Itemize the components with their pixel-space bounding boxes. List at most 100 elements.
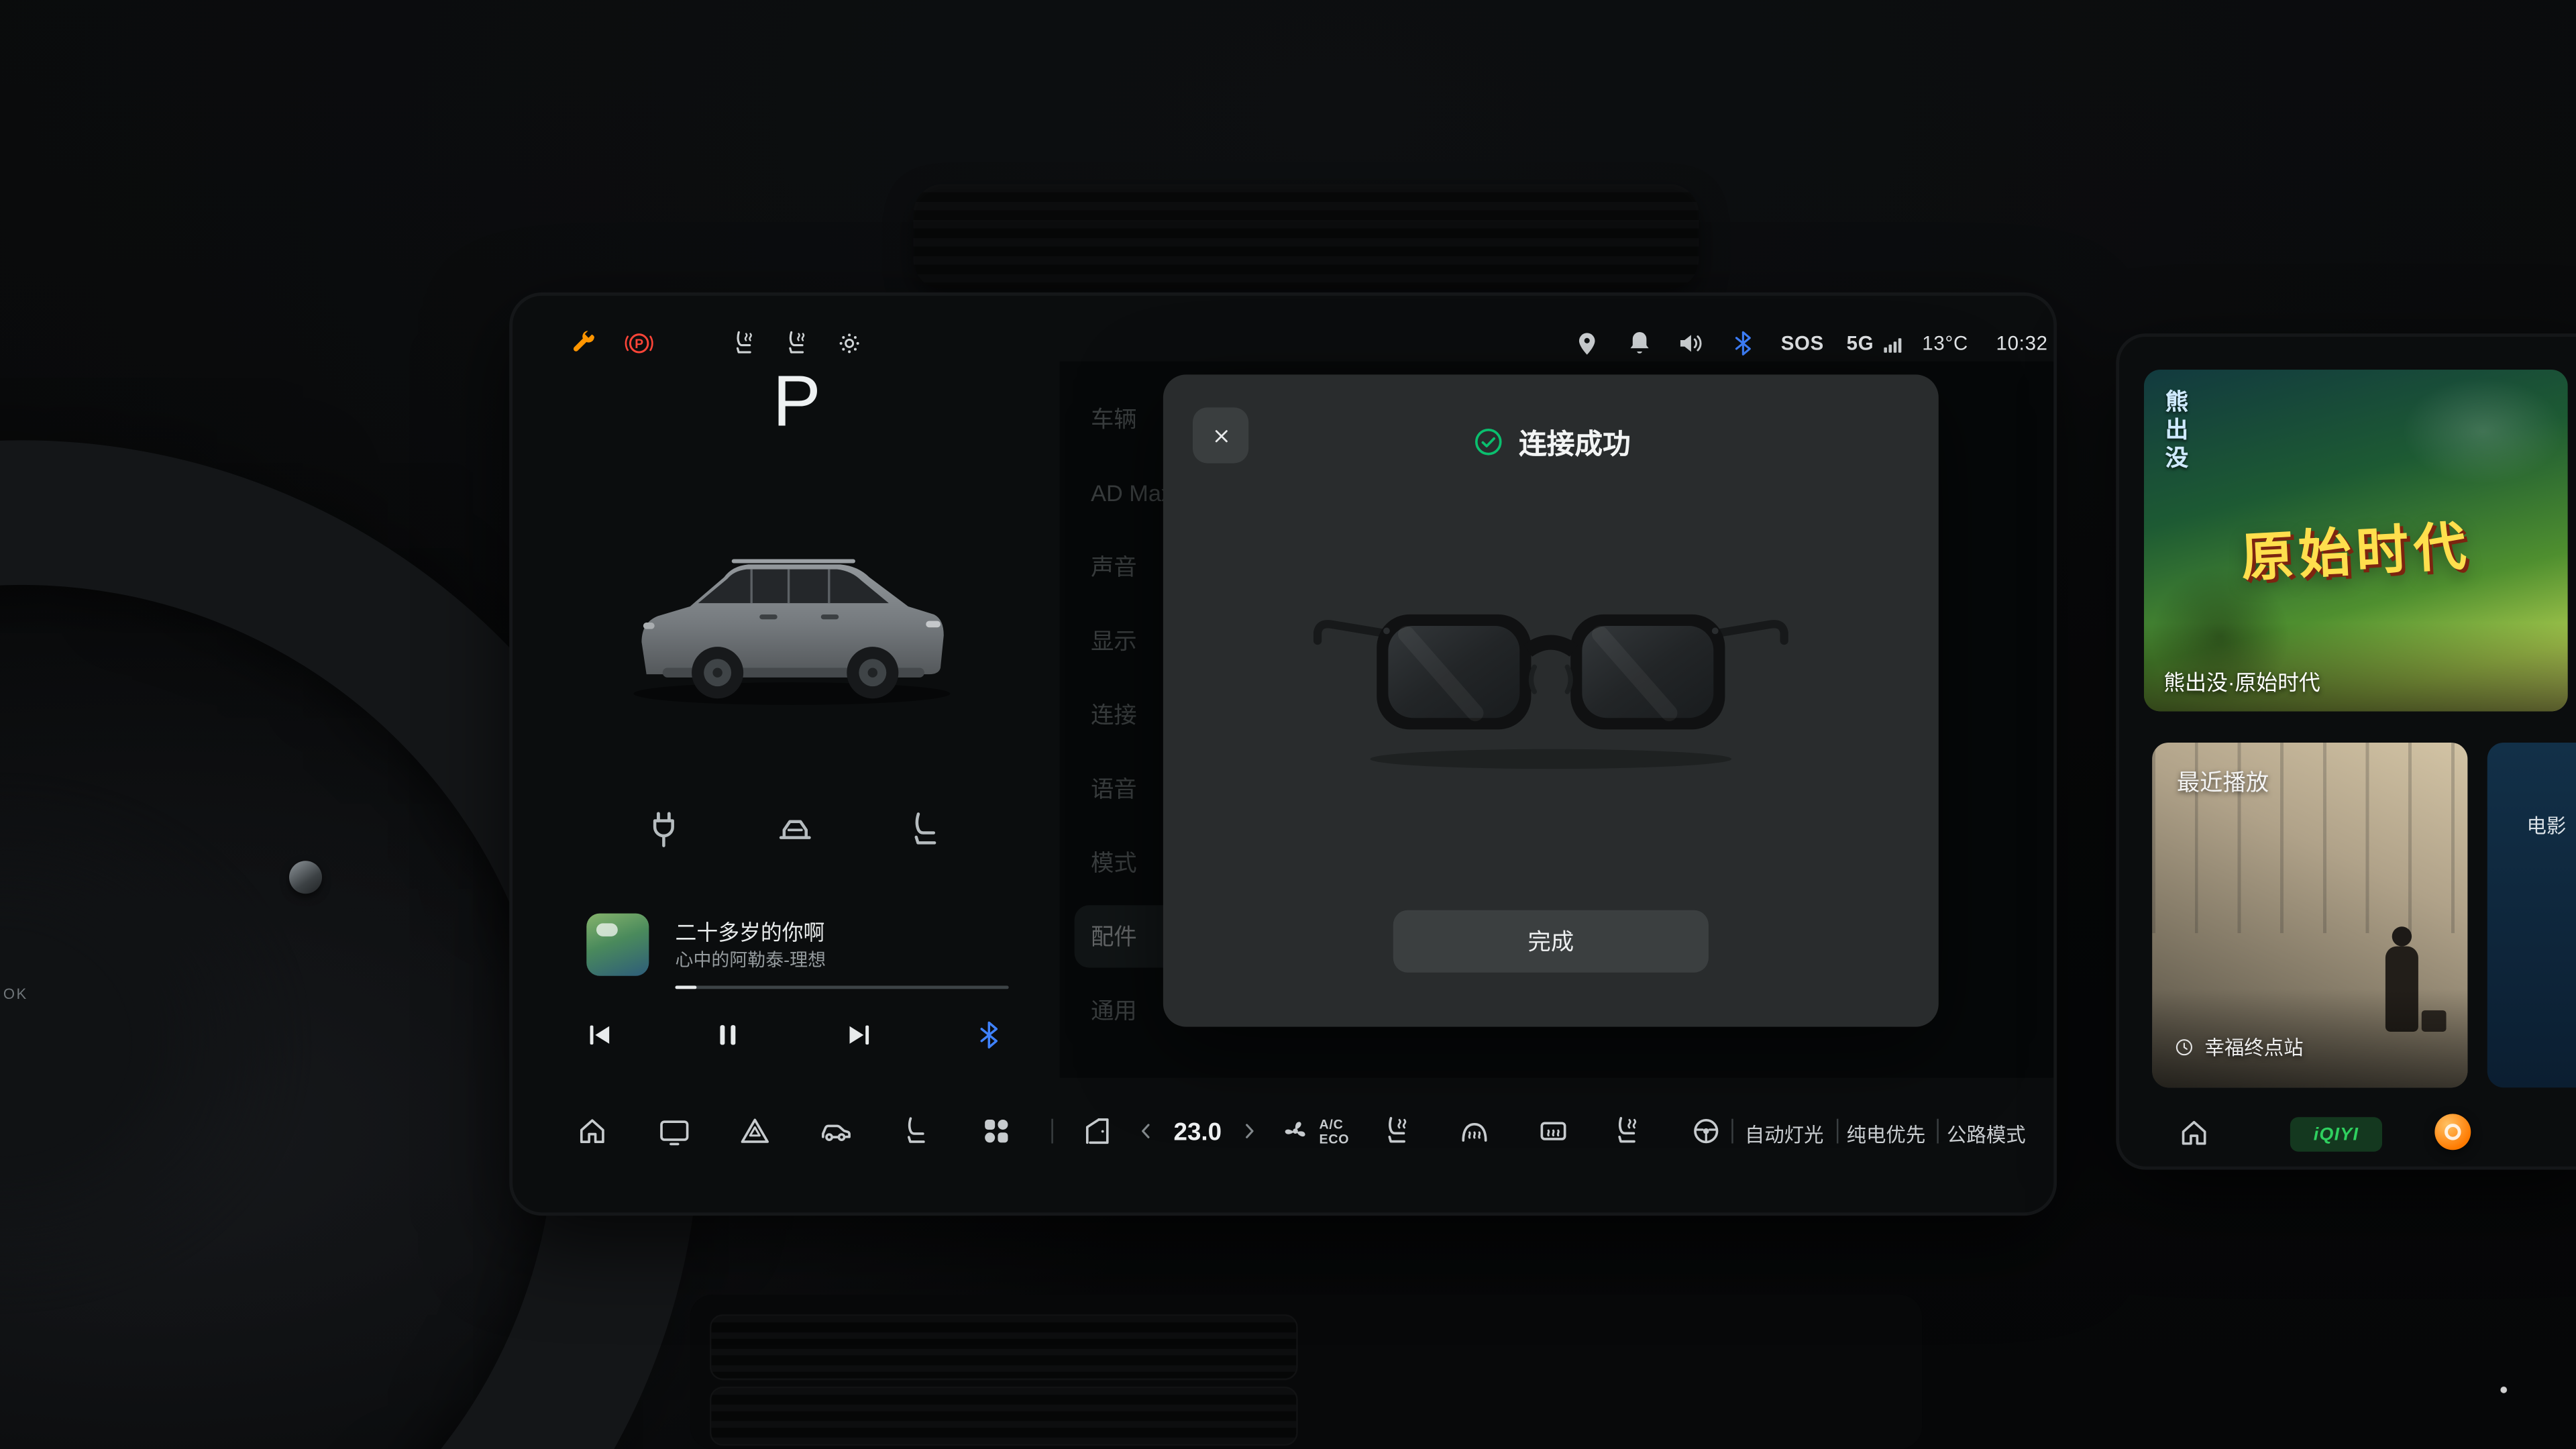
chevron-right-icon [1237, 1119, 1262, 1144]
driver-seat-heat-status-icon [729, 329, 759, 358]
seat-heat-icon [1610, 1114, 1644, 1148]
maintenance-warning-icon [568, 329, 598, 358]
recent-poster[interactable]: 最近播放 幸福终点站 [2152, 743, 2467, 1087]
clock: 10:32 [1996, 332, 2048, 355]
gear-indicator: P [747, 362, 846, 443]
divider [1731, 1119, 1733, 1144]
media-artist: 心中的阿勒泰-理想 [676, 947, 826, 973]
passenger-seat-heat-button[interactable] [1610, 1114, 1644, 1148]
door-lock-button[interactable] [1079, 1114, 1114, 1148]
fan-icon [1278, 1114, 1312, 1148]
done-button[interactable]: 完成 [1393, 910, 1709, 973]
outside-temperature: 13°C [1922, 332, 1968, 355]
temp-increase-button[interactable] [1237, 1119, 1262, 1144]
poster-franchise-logo: 熊出没 [2160, 389, 2193, 473]
hazard-lights-button[interactable] [738, 1114, 772, 1148]
status-led [2500, 1387, 2507, 1393]
pause-icon [711, 1018, 744, 1051]
home-button[interactable] [2177, 1116, 2211, 1150]
ac-fan-button[interactable] [1278, 1114, 1312, 1148]
steering-wheel-icon [1689, 1114, 1723, 1148]
more-card-label: 电影 [2527, 812, 2567, 840]
network-label: 5G [1847, 332, 1874, 355]
pause-button[interactable] [711, 1018, 744, 1051]
seat-icon [904, 808, 947, 851]
ac-label: A/C [1320, 1117, 1350, 1132]
media-progress-bar[interactable] [676, 985, 1009, 989]
driver-seat-heat-button[interactable] [1380, 1114, 1414, 1148]
hazard-triangle-icon [738, 1114, 772, 1148]
display-icon [657, 1114, 692, 1148]
door-icon [1079, 1114, 1114, 1148]
album-art[interactable] [586, 914, 649, 976]
dashboard-vent-top [914, 184, 1699, 289]
steering-heat-button[interactable] [1689, 1114, 1723, 1148]
home-icon [2177, 1116, 2211, 1150]
featured-caption: 熊出没·原始时代 [2163, 665, 2320, 697]
display-switch-button[interactable] [657, 1114, 692, 1148]
bluetooth-icon [1728, 329, 1758, 358]
previous-track-button[interactable] [583, 1018, 616, 1051]
media-progress-fill [676, 985, 697, 989]
temp-decrease-button[interactable] [1134, 1119, 1159, 1144]
auto-light-mode[interactable]: 自动灯光 [1745, 1120, 1824, 1148]
smart-glasses-image [1304, 575, 1797, 775]
divider [1051, 1119, 1053, 1144]
next-icon [843, 1018, 875, 1051]
rear-defrost-button[interactable] [1536, 1114, 1570, 1148]
more-card[interactable]: 电影 [2487, 743, 2576, 1087]
recent-caption: 幸福终点站 [2174, 1033, 2304, 1061]
next-track-button[interactable] [843, 1018, 875, 1051]
ev-priority-mode[interactable]: 纯电优先 [1847, 1120, 1926, 1148]
dashboard-vent-bottom-1 [710, 1314, 1298, 1380]
rear-defrost-icon [1536, 1114, 1570, 1148]
poster-figure [2385, 947, 2418, 1032]
clock-icon [2174, 1036, 2195, 1058]
success-check-icon [1471, 425, 1504, 458]
apps-button[interactable] [979, 1114, 1014, 1148]
home-icon [575, 1114, 609, 1148]
chevron-left-icon [1134, 1119, 1159, 1144]
home-button[interactable] [575, 1114, 609, 1148]
steering-column-knob[interactable] [289, 861, 322, 894]
location-icon [1572, 329, 1602, 358]
front-defrost-icon [1457, 1114, 1491, 1148]
app-grid-icon [979, 1114, 1014, 1148]
notification-bell-icon [1625, 329, 1654, 358]
trunk-icon [773, 808, 816, 851]
charge-port-icon [643, 808, 686, 851]
front-defrost-button[interactable] [1457, 1114, 1491, 1148]
vehicle-controls-button[interactable] [818, 1114, 853, 1148]
featured-poster[interactable]: 熊出没 原始时代 熊出没·原始时代 [2144, 370, 2568, 711]
main-screen: P SOS 5G 13°C 10:32 P [513, 296, 2053, 1213]
previous-icon [583, 1018, 616, 1051]
seat-control-button[interactable] [904, 808, 947, 851]
recent-played-label: 最近播放 [2177, 765, 2269, 798]
seat-icon [899, 1114, 933, 1148]
connection-success-dialog: 连接成功 [1163, 374, 1939, 1026]
seat-ventilation-status-icon [835, 329, 864, 358]
poster-art-title: 原始时代 [2144, 500, 2568, 598]
divider [1937, 1119, 1938, 1144]
divider [1837, 1119, 1838, 1144]
eco-label: ECO [1320, 1132, 1350, 1146]
volume-icon [1676, 329, 1705, 358]
signal-strength-icon [1881, 333, 1904, 356]
media-app-button[interactable] [2434, 1114, 2471, 1150]
dialog-title: 连接成功 [1519, 421, 1631, 462]
charge-port-button[interactable] [643, 808, 686, 851]
dialog-header: 连接成功 [1163, 421, 1939, 462]
recent-title: 幸福终点站 [2205, 1033, 2304, 1061]
page: OK P SOS 5G 13°C 10:32 P [0, 0, 2576, 1449]
seat-settings-button[interactable] [899, 1114, 933, 1148]
steering-ok-button[interactable]: OK [3, 985, 28, 1002]
trunk-button[interactable] [773, 808, 816, 851]
media-title: 二十多岁的你啊 [676, 915, 825, 947]
parking-brake-warning-icon: P [625, 329, 654, 358]
svg-text:P: P [635, 337, 643, 352]
iqiyi-app-button[interactable]: iQIYI [2290, 1117, 2382, 1151]
bluetooth-audio-button[interactable] [973, 1018, 1006, 1051]
seat-heat-icon [1380, 1114, 1414, 1148]
car-cockpit-scene: OK P SOS 5G 13°C 10:32 P [0, 0, 2576, 1449]
road-mode[interactable]: 公路模式 [1947, 1120, 2026, 1148]
